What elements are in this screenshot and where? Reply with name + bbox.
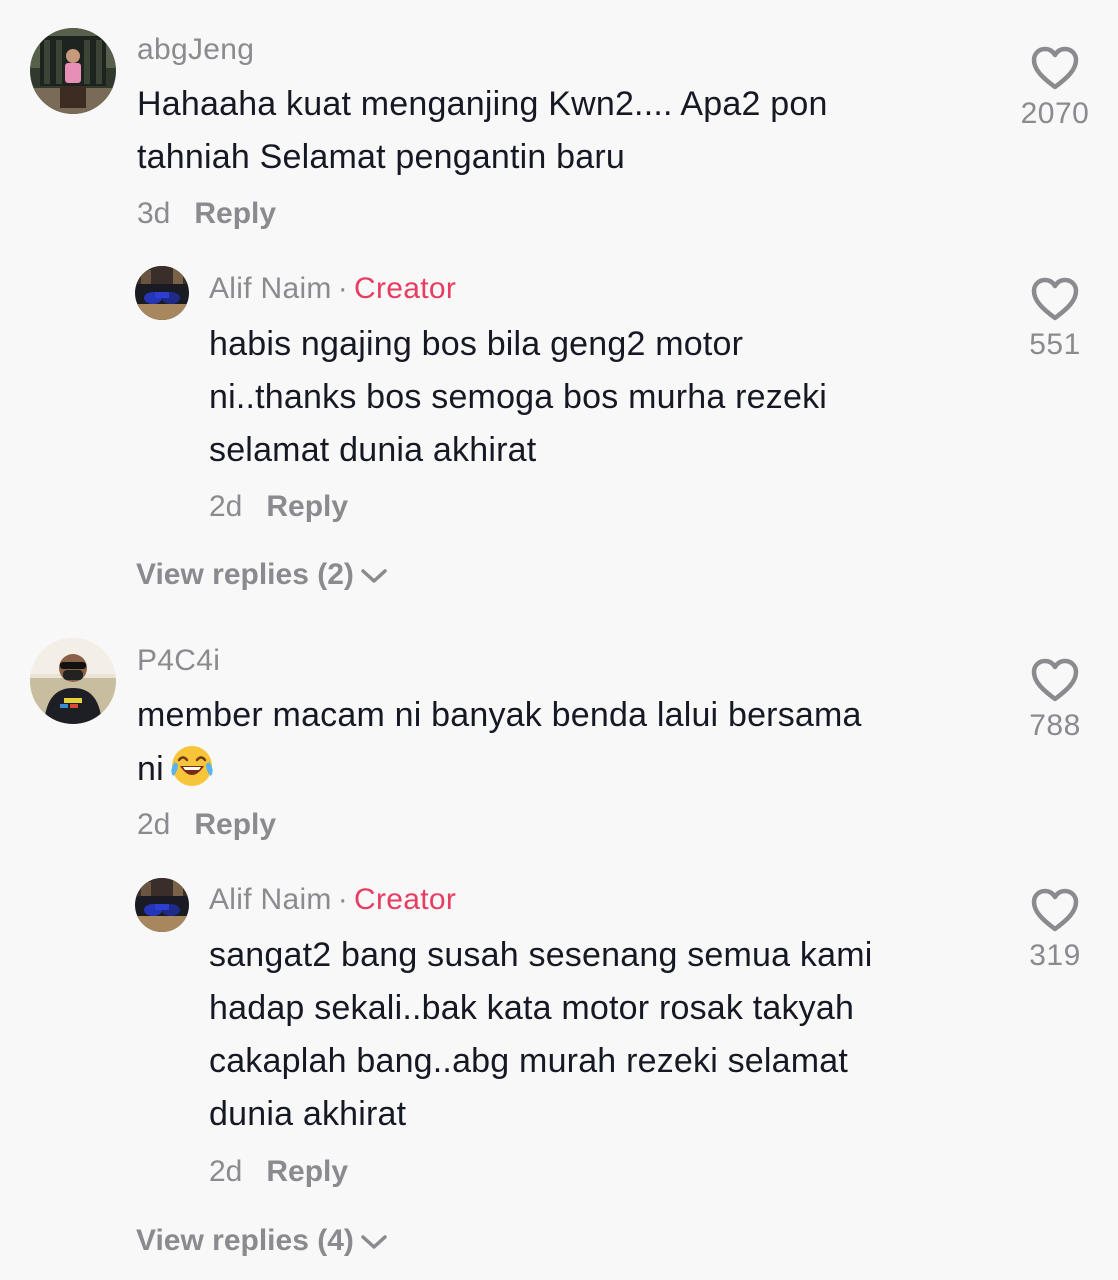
like-count: 788 [1029, 709, 1081, 742]
separator-dot: · [337, 883, 349, 916]
reply-button[interactable]: Reply [194, 197, 276, 230]
reply-time: 2d [209, 490, 243, 523]
avatar[interactable] [135, 878, 189, 932]
like-count: 551 [1029, 328, 1081, 361]
comment-username[interactable]: abgJeng [137, 33, 254, 67]
separator-dot: · [337, 272, 349, 305]
reply-time: 2d [209, 1155, 243, 1188]
reply-text-line: hadap sekali..bak kata motor rosak takya… [209, 989, 855, 1027]
reply-text-line: dunia akhirat [209, 1095, 407, 1133]
heart-icon [1031, 46, 1079, 90]
avatar[interactable] [30, 638, 116, 724]
comment-time: 3d [137, 197, 171, 230]
reply-text: sangat2 bang susah sesenang semua kami h… [209, 929, 872, 1141]
view-replies-label: View replies (2) [136, 558, 354, 591]
heart-icon [1031, 888, 1079, 932]
comment-text-line-with-emoji: ni [137, 742, 862, 796]
comment-text: member macam ni banyak benda lalui bersa… [137, 689, 862, 796]
avatar[interactable] [30, 28, 116, 114]
heart-icon [1031, 277, 1079, 321]
like-count: 319 [1029, 939, 1081, 972]
avatar[interactable] [135, 266, 189, 320]
like-button[interactable]: 551 [1005, 276, 1105, 362]
comment-text-line: tahniah Selamat pengantin baru [137, 138, 626, 176]
view-replies-button[interactable]: View replies (2) [136, 558, 388, 592]
comment-text-line: Hahaaha kuat menganjing Kwn2.... Apa2 po… [137, 85, 828, 123]
tears-of-joy-emoji-icon [171, 746, 213, 786]
reply-text-line: cakaplah bang..abg murah rezeki selamat [209, 1042, 849, 1080]
comment-text-line: ni [137, 750, 164, 788]
chevron-down-icon [361, 1235, 387, 1249]
like-button[interactable]: 788 [1005, 657, 1105, 743]
reply-meta: 2d Reply [209, 1155, 348, 1189]
reply-text-line: selamat dunia akhirat [209, 431, 537, 469]
comment-text: Hahaaha kuat menganjing Kwn2.... Apa2 po… [137, 78, 828, 184]
reply-username-line: Alif Naim · Creator [209, 883, 456, 917]
reply-text: habis ngajing bos bila geng2 motor ni..t… [209, 318, 827, 477]
reply-username[interactable]: Alif Naim [209, 272, 332, 305]
reply-username-line: Alif Naim · Creator [209, 272, 456, 306]
comment-meta: 2d Reply [137, 808, 276, 842]
comment-meta: 3d Reply [137, 197, 276, 231]
comment-username[interactable]: P4C4i [137, 644, 220, 678]
like-button[interactable]: 319 [1005, 887, 1105, 973]
reply-text-line: ni..thanks bos semoga bos murha rezeki [209, 378, 828, 416]
heart-icon [1031, 658, 1079, 702]
chevron-down-icon [361, 569, 387, 583]
view-replies-label: View replies (4) [136, 1224, 354, 1257]
reply-text-line: sangat2 bang susah sesenang semua kami [209, 936, 873, 974]
reply-username[interactable]: Alif Naim [209, 883, 332, 916]
reply-button[interactable]: Reply [266, 490, 348, 523]
comment-time: 2d [137, 808, 171, 841]
creator-badge: Creator [354, 883, 457, 916]
like-button[interactable]: 2070 [1005, 45, 1105, 131]
like-count: 2070 [1020, 97, 1090, 130]
creator-badge: Creator [354, 272, 457, 305]
reply-button[interactable]: Reply [194, 808, 276, 841]
comment-text-line: member macam ni banyak benda lalui bersa… [137, 696, 862, 734]
reply-button[interactable]: Reply [266, 1155, 348, 1188]
reply-meta: 2d Reply [209, 490, 348, 524]
reply-text-line: habis ngajing bos bila geng2 motor [209, 325, 744, 363]
view-replies-button[interactable]: View replies (4) [136, 1224, 388, 1258]
